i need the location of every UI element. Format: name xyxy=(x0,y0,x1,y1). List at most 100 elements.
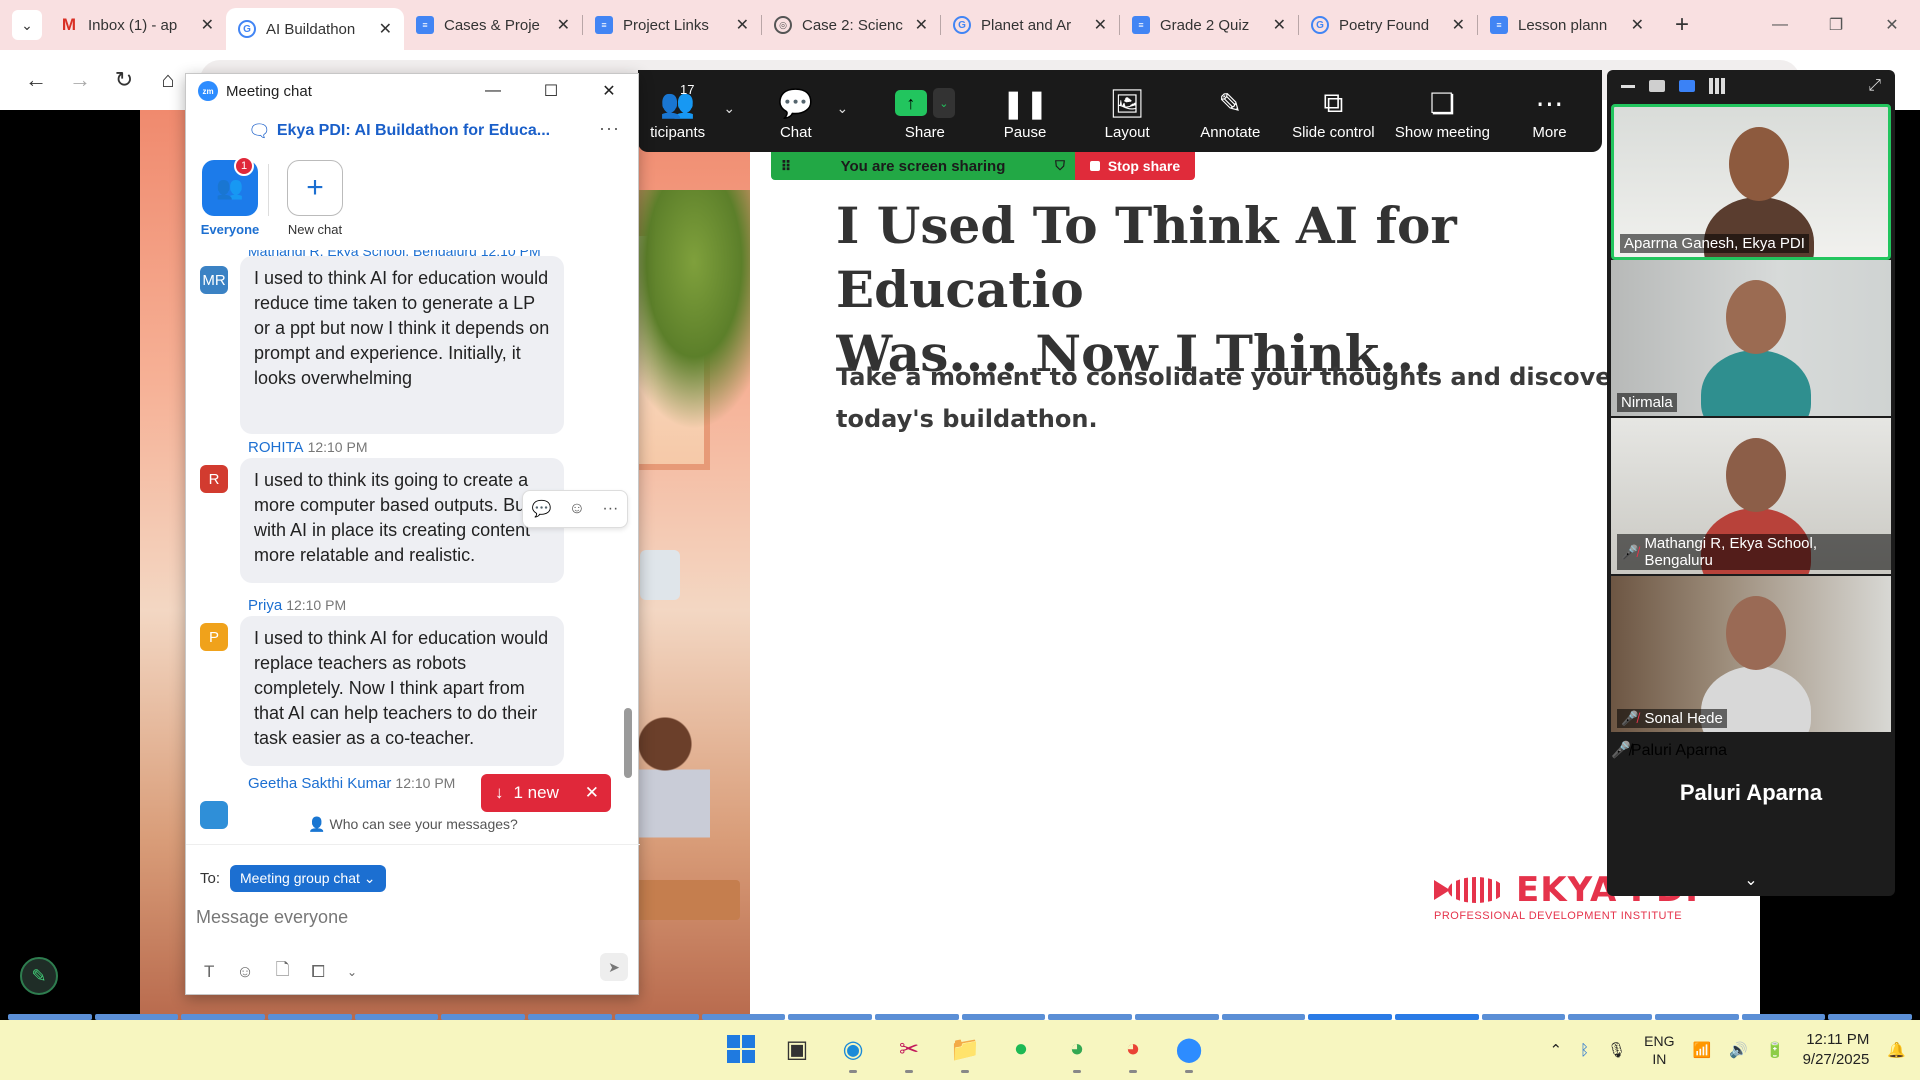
scroll-down-chevron-icon[interactable]: ⌄ xyxy=(1607,870,1895,890)
recipient-dropdown[interactable]: Meeting group chat ⌄ xyxy=(230,865,386,892)
task-view-icon[interactable]: ▣ xyxy=(776,1028,818,1070)
message-more-icon[interactable]: ··· xyxy=(602,500,618,518)
everyone-chat-button[interactable]: 👥 1 Everyone xyxy=(192,156,268,237)
chat-button[interactable]: 💬 Chat xyxy=(761,70,830,152)
close-tab-icon[interactable]: ✕ xyxy=(1094,15,1107,35)
forward-button[interactable]: → xyxy=(58,67,102,93)
chrome-profile-a-icon[interactable]: ◕ xyxy=(1056,1028,1098,1073)
file-attach-icon[interactable]: 🗋 xyxy=(276,957,290,986)
close-tab-icon[interactable]: ✕ xyxy=(736,15,749,35)
speaker-view-icon[interactable] xyxy=(1679,80,1695,92)
reload-button[interactable]: ↻ xyxy=(102,67,146,93)
gallery-view-icon[interactable] xyxy=(1709,78,1725,94)
drag-handle-icon[interactable]: ⠿ xyxy=(771,158,801,175)
emoji-icon[interactable]: ☺ xyxy=(236,962,253,982)
dismiss-new-icon[interactable]: ✕ xyxy=(585,783,599,803)
participant-video-tile[interactable]: 🎤̸ Mathangi R, Ekya School, Bengaluru xyxy=(1611,418,1891,574)
message-visibility-link[interactable]: 👤 Who can see your messages? xyxy=(186,816,640,833)
share-button[interactable]: ↑ ⌄ Share xyxy=(880,70,969,152)
close-window-button[interactable]: ✕ xyxy=(1864,0,1920,50)
chat-scrollbar[interactable] xyxy=(624,264,632,864)
back-button[interactable]: ← xyxy=(14,67,58,93)
text-format-icon[interactable]: T xyxy=(204,962,214,982)
volume-icon[interactable]: 🔊 xyxy=(1729,1041,1748,1059)
home-button[interactable]: ⌂ xyxy=(146,67,190,93)
close-tab-icon[interactable]: ✕ xyxy=(1273,15,1286,35)
close-tab-icon[interactable]: ✕ xyxy=(1631,15,1644,35)
new-tab-button[interactable]: + xyxy=(1666,11,1698,39)
pause-share-button[interactable]: ❚❚ Pause xyxy=(978,70,1073,152)
scrollbar-thumb[interactable] xyxy=(624,708,632,778)
browser-tab[interactable]: ≡ Grade 2 Quiz ✕ xyxy=(1120,7,1298,43)
start-windows-icon[interactable] xyxy=(720,1028,762,1070)
close-tab-icon[interactable]: ✕ xyxy=(915,15,928,35)
browser-tab[interactable]: G Planet and Ar ✕ xyxy=(941,7,1119,43)
notification-bell-icon[interactable]: 🔔 xyxy=(1887,1041,1906,1059)
sender-name[interactable]: Geetha Sakthi Kumar xyxy=(248,775,391,792)
participants-caret-button[interactable]: ⌄ xyxy=(717,70,741,117)
screenshot-caret-icon[interactable]: ⌄ xyxy=(347,965,357,979)
annotate-button[interactable]: ✎ Annotate xyxy=(1182,70,1279,152)
sender-avatar[interactable]: P xyxy=(200,623,228,651)
chat-close-button[interactable]: ✕ xyxy=(580,81,638,101)
close-tab-icon[interactable]: ✕ xyxy=(201,15,214,35)
chat-minimize-button[interactable]: — xyxy=(464,82,522,100)
tab-search-button[interactable]: ⌄ xyxy=(12,10,42,40)
hide-videos-icon[interactable] xyxy=(1649,80,1665,92)
chat-more-options-icon[interactable]: ··· xyxy=(599,118,620,139)
sender-avatar[interactable]: MR xyxy=(200,266,228,294)
file-explorer-icon[interactable]: 📁 xyxy=(944,1028,986,1073)
spotify-icon[interactable]: ● xyxy=(1000,1028,1042,1070)
browser-tab[interactable]: ◎ Case 2: Scienc ✕ xyxy=(762,7,940,43)
browser-tab[interactable]: M Inbox (1) - ap ✕ xyxy=(48,7,226,43)
chrome-profile-b-icon[interactable]: ◕ xyxy=(1112,1028,1154,1073)
snipping-tool-icon[interactable]: ✂ xyxy=(888,1028,930,1073)
reply-thread-icon[interactable]: 💬 xyxy=(532,499,552,519)
chat-channel-name[interactable]: Ekya PDI: AI Buildathon for Educa... xyxy=(277,122,550,140)
more-button[interactable]: ⋯ More xyxy=(1497,70,1602,152)
close-tab-icon[interactable]: ✕ xyxy=(379,19,392,39)
send-icon[interactable]: ➤ xyxy=(600,953,628,981)
participant-video-tile[interactable]: Aparrna Ganesh, Ekya PDI xyxy=(1611,104,1891,260)
minimize-videos-icon[interactable] xyxy=(1621,84,1635,88)
minimize-window-button[interactable]: — xyxy=(1752,0,1808,50)
sender-avatar[interactable]: R xyxy=(200,465,228,493)
sender-name[interactable]: ROHITA xyxy=(248,439,304,456)
maximize-window-button[interactable]: ❐ xyxy=(1808,0,1864,50)
chat-caret-button[interactable]: ⌄ xyxy=(830,70,854,117)
expand-icon[interactable]: ⤢ xyxy=(1868,77,1881,95)
wifi-icon[interactable]: 📶 xyxy=(1693,1041,1712,1059)
new-messages-pill[interactable]: ↓ 1 new ✕ xyxy=(481,774,611,812)
browser-tab[interactable]: G AI Buildathon ✕ xyxy=(226,8,404,50)
battery-icon[interactable]: 🔋 xyxy=(1766,1041,1785,1059)
browser-tab[interactable]: ≡ Cases & Proje ✕ xyxy=(404,7,582,43)
screen-sharing-banner[interactable]: ⠿ You are screen sharing ⛉ xyxy=(771,152,1075,180)
close-tab-icon[interactable]: ✕ xyxy=(557,15,570,35)
zoom-app-icon[interactable]: ⬤ xyxy=(1168,1028,1210,1073)
share-caret-button[interactable]: ⌄ xyxy=(932,88,955,118)
show-hidden-icons-chevron-icon[interactable]: ⌃ xyxy=(1550,1041,1563,1059)
annotation-pen-icon[interactable]: ✎ xyxy=(20,957,58,995)
browser-tab[interactable]: G Poetry Found ✕ xyxy=(1299,7,1477,43)
message-input[interactable] xyxy=(194,897,624,937)
clock[interactable]: 12:11 PM 9/27/2025 xyxy=(1803,1030,1870,1070)
microphone-icon[interactable]: 🎙 xyxy=(1607,1041,1626,1059)
participant-video-tile[interactable]: Nirmala xyxy=(1611,260,1891,416)
stop-share-button[interactable]: Stop share xyxy=(1075,152,1195,180)
slide-control-button[interactable]: ⧉ Slide control xyxy=(1279,70,1388,152)
browser-tab[interactable]: ≡ Lesson plann ✕ xyxy=(1478,7,1656,43)
screenshot-icon[interactable]: ⧠ xyxy=(311,962,325,982)
edge-browser-icon[interactable]: ◉ xyxy=(832,1028,874,1073)
language-indicator[interactable]: ENG IN xyxy=(1644,1032,1674,1068)
sender-name[interactable]: Priya xyxy=(248,597,282,614)
chat-maximize-button[interactable]: ☐ xyxy=(522,81,580,101)
participant-video-tile[interactable]: 🎤̸ Sonal Hede xyxy=(1611,576,1891,732)
show-meeting-button[interactable]: ❏ Show meeting xyxy=(1388,70,1497,152)
bluetooth-icon[interactable]: ᛒ xyxy=(1580,1042,1589,1059)
participant-video-off-tile[interactable]: Paluri Aparna 🎤̸Paluri Aparna xyxy=(1611,740,1891,870)
add-reaction-icon[interactable]: ☺ xyxy=(569,500,585,518)
close-tab-icon[interactable]: ✕ xyxy=(1452,15,1465,35)
browser-tab[interactable]: ≡ Project Links ✕ xyxy=(583,7,761,43)
layout-button[interactable]: 🖼 Layout xyxy=(1073,70,1182,152)
participants-button[interactable]: 👥 17 ticipants xyxy=(638,70,717,152)
